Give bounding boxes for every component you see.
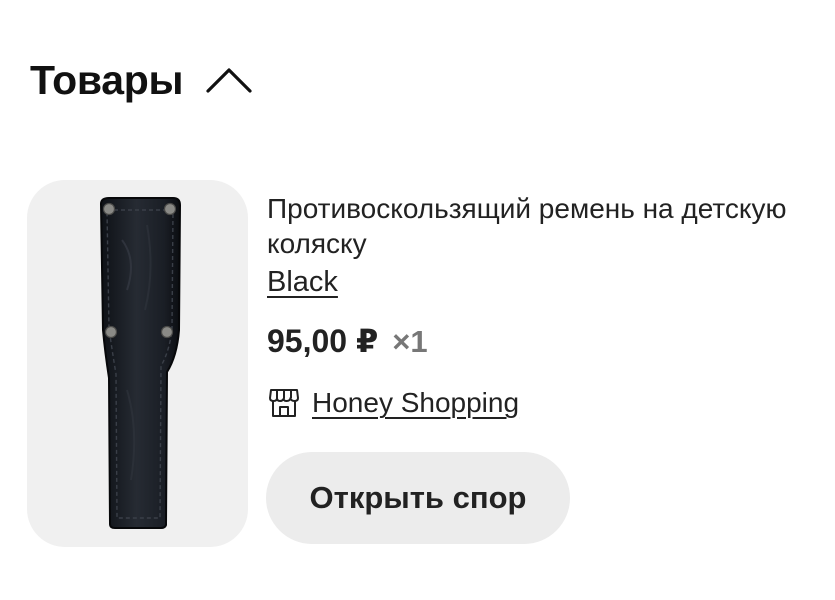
product-quantity: ×1 xyxy=(392,324,428,359)
store-row: Honey Shopping xyxy=(267,384,519,422)
product-name[interactable]: Противоскользящий ремень на детскую коля… xyxy=(267,191,807,261)
product-image[interactable] xyxy=(27,180,248,547)
product-variant-link[interactable]: Black xyxy=(267,265,338,300)
store-icon xyxy=(267,386,301,420)
store-link[interactable]: Honey Shopping xyxy=(312,387,519,419)
stroller-strap-image xyxy=(99,197,182,529)
chevron-up-icon xyxy=(205,65,253,95)
section-title: Товары xyxy=(30,56,184,103)
price-row: 95,00 ₽ ×1 xyxy=(267,322,428,360)
products-section-toggle[interactable]: Товары xyxy=(30,52,253,108)
product-price: 95,00 ₽ xyxy=(267,323,379,359)
open-dispute-button[interactable]: Открыть спор xyxy=(266,452,570,544)
